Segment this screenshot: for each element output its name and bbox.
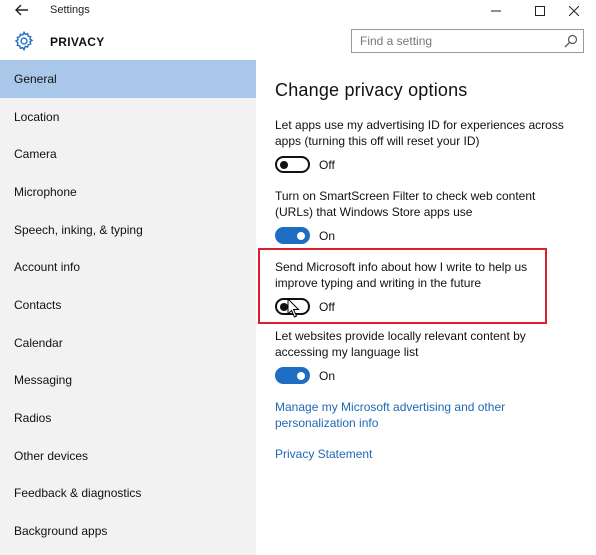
privacy-statement-link[interactable]: Privacy Statement [275, 446, 535, 462]
toggle-state-label: On [319, 368, 336, 383]
smartscreen-toggle[interactable] [275, 227, 310, 244]
option-smartscreen-filter: Turn on SmartScreen Filter to check web … [275, 188, 575, 244]
close-icon [569, 6, 579, 16]
sidebar-item-speech-inking-typing[interactable]: Speech, inking, & typing [0, 211, 256, 249]
sidebar-item-label: Camera [14, 147, 57, 162]
section-title: Change privacy options [275, 80, 468, 100]
sidebar-item-label: Other devices [14, 448, 89, 463]
page-title-privacy: PRIVACY [50, 35, 105, 49]
minimize-button[interactable] [474, 0, 518, 22]
typing-info-toggle[interactable] [275, 298, 310, 315]
toggle-knob [280, 160, 288, 169]
maximize-icon [535, 6, 545, 16]
page-header: PRIVACY [0, 22, 596, 60]
close-button[interactable] [552, 0, 596, 22]
sidebar-item-calendar[interactable]: Calendar [0, 324, 256, 362]
sidebar-item-label: Calendar [14, 335, 63, 350]
sidebar-item-label: Background apps [14, 524, 108, 539]
toggle-state-label: Off [319, 299, 335, 314]
toggle-knob [280, 302, 288, 311]
option-typing-info: Send Microsoft info about how I write to… [275, 259, 575, 315]
sidebar-item-label: Contacts [14, 297, 62, 312]
search-input[interactable] [352, 30, 552, 52]
sidebar: General Location Camera Microphone Speec… [0, 60, 256, 555]
search-icon[interactable] [564, 34, 578, 48]
sidebar-item-label: Location [14, 109, 60, 124]
sidebar-item-microphone[interactable]: Microphone [0, 173, 256, 211]
sidebar-item-camera[interactable]: Camera [0, 135, 256, 173]
toggle-knob [297, 371, 305, 380]
search-box[interactable] [351, 29, 584, 53]
window-title: Settings [50, 4, 90, 16]
option-language-list: Let websites provide locally relevant co… [275, 328, 575, 384]
sidebar-item-general[interactable]: General [0, 60, 256, 98]
sidebar-item-label: Account info [14, 260, 81, 275]
sidebar-item-label: Radios [14, 411, 52, 426]
language-list-toggle[interactable] [275, 367, 310, 384]
toggle-knob [297, 231, 305, 240]
toggle-state-label: Off [319, 157, 335, 172]
option-description: Send Microsoft info about how I write to… [275, 260, 528, 290]
manage-advertising-link[interactable]: Manage my Microsoft advertising and othe… [275, 399, 535, 431]
back-button[interactable] [10, 1, 34, 19]
option-description: Turn on SmartScreen Filter to check web … [275, 189, 536, 219]
option-advertising-id: Let apps use my advertising ID for exper… [275, 117, 575, 173]
toggle-state-label: On [319, 228, 336, 243]
advertising-id-toggle[interactable] [275, 156, 310, 173]
sidebar-item-feedback-diagnostics[interactable]: Feedback & diagnostics [0, 475, 256, 513]
title-bar: Settings [0, 0, 596, 22]
sidebar-item-label: Feedback & diagnostics [14, 486, 142, 501]
sidebar-item-label: Speech, inking, & typing [14, 222, 143, 237]
gear-icon [14, 30, 34, 52]
sidebar-item-account-info[interactable]: Account info [0, 248, 256, 286]
sidebar-item-background-apps[interactable]: Background apps [0, 512, 256, 550]
minimize-icon [491, 10, 501, 12]
main-content: Change privacy options Let apps use my a… [256, 60, 596, 555]
sidebar-item-radios[interactable]: Radios [0, 399, 256, 437]
sidebar-item-label: General [14, 71, 57, 86]
sidebar-item-contacts[interactable]: Contacts [0, 286, 256, 324]
option-description: Let apps use my advertising ID for exper… [275, 118, 564, 148]
sidebar-item-label: Microphone [14, 184, 77, 199]
sidebar-item-location[interactable]: Location [0, 98, 256, 136]
sidebar-item-label: Messaging [14, 373, 73, 388]
option-description: Let websites provide locally relevant co… [275, 329, 526, 359]
sidebar-item-other-devices[interactable]: Other devices [0, 437, 256, 475]
back-arrow-icon [15, 4, 28, 16]
sidebar-item-messaging[interactable]: Messaging [0, 362, 256, 400]
